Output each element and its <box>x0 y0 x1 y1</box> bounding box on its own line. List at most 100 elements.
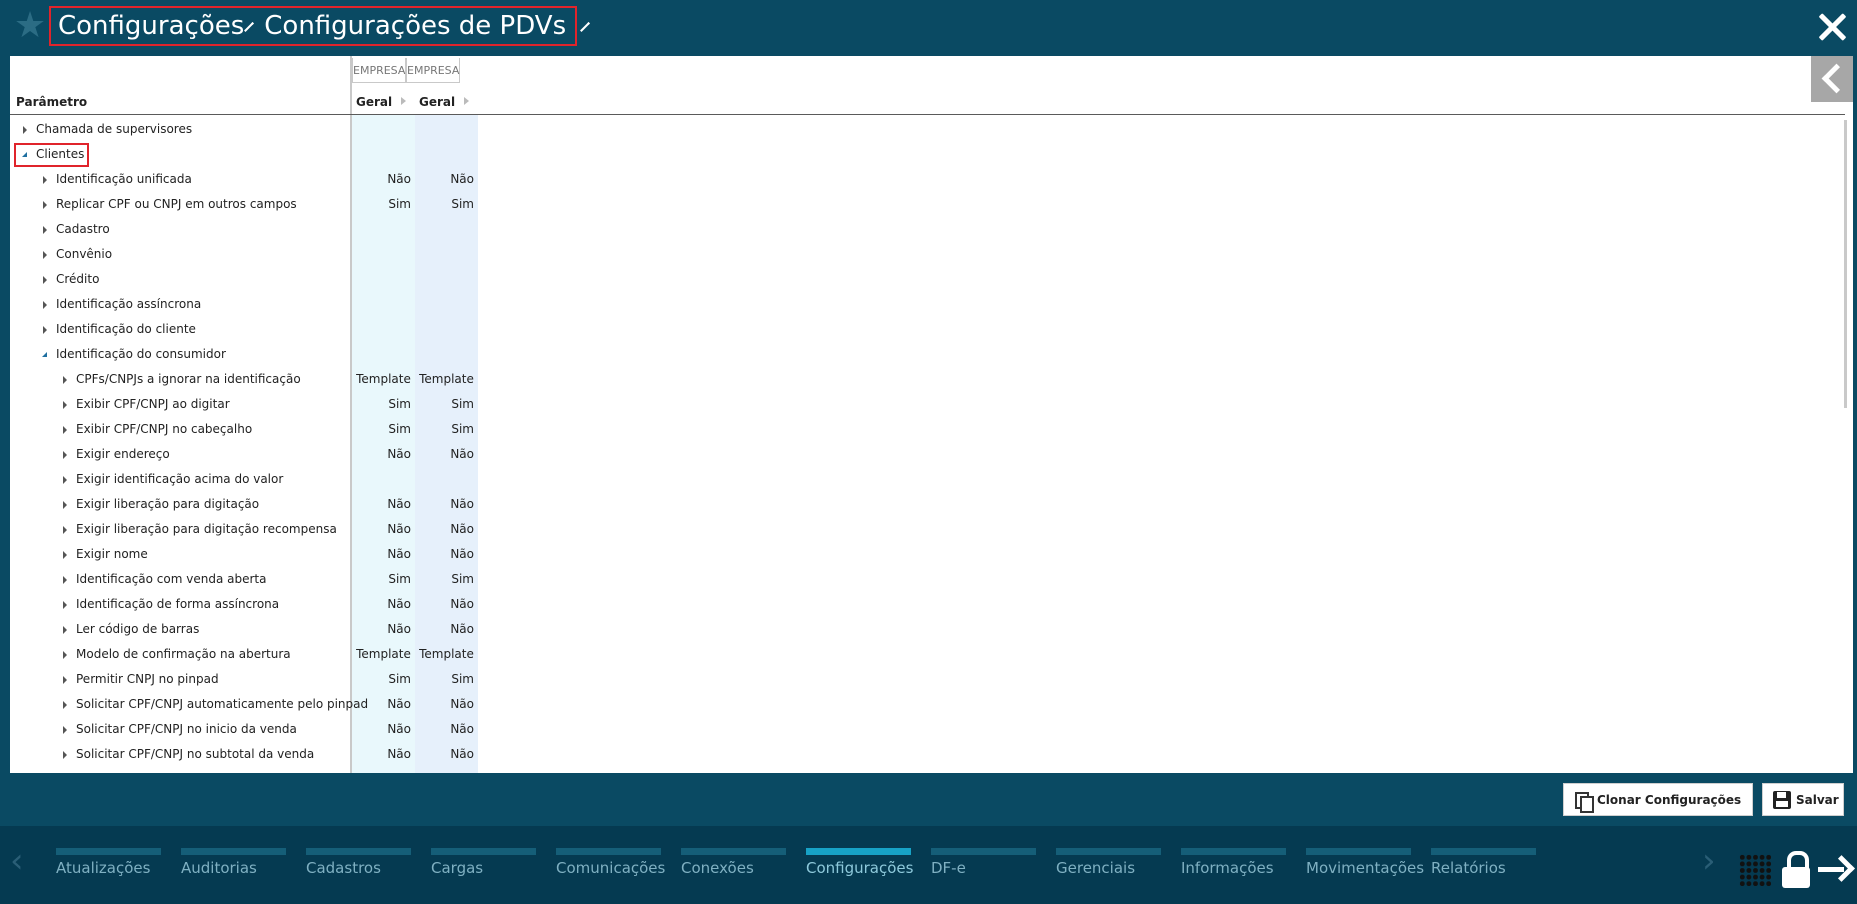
row-value-2[interactable]: Template <box>415 642 478 667</box>
tree-row[interactable]: Replicar CPF ou CNPJ em outros campos Sim… <box>10 192 1845 217</box>
tree-row[interactable]: Exigir nome Não Não <box>10 542 1845 567</box>
row-value-2[interactable]: Não <box>415 517 478 542</box>
expand-triangle-icon[interactable] <box>60 567 70 592</box>
expand-column-icon[interactable] <box>464 97 470 105</box>
nav-item[interactable]: Configurações <box>806 848 913 888</box>
apps-grid-icon[interactable] <box>1739 854 1772 887</box>
nav-item[interactable]: Cadastros <box>306 848 411 888</box>
row-value-2[interactable]: Não <box>415 617 478 642</box>
expand-triangle-icon[interactable] <box>60 467 70 492</box>
expand-triangle-icon[interactable] <box>40 217 50 242</box>
tree-row[interactable]: Crédito <box>10 267 1845 292</box>
expand-triangle-icon[interactable] <box>60 617 70 642</box>
row-value-2[interactable]: Não <box>415 742 478 767</box>
expand-triangle-icon[interactable] <box>60 492 70 517</box>
row-value-2[interactable]: Não <box>415 717 478 742</box>
nav-item[interactable]: Comunicações <box>556 848 665 888</box>
clone-config-button[interactable]: Clonar Configurações <box>1563 783 1753 816</box>
expand-triangle-icon[interactable] <box>60 392 70 417</box>
nav-item[interactable]: Relatórios <box>1431 848 1536 888</box>
expand-column-icon[interactable] <box>401 97 407 105</box>
expand-triangle-icon[interactable] <box>60 367 70 392</box>
row-value-2[interactable]: Não <box>415 592 478 617</box>
row-value-2[interactable]: Não <box>415 167 478 192</box>
row-value-1[interactable]: Sim <box>352 417 415 442</box>
expand-triangle-icon[interactable] <box>60 742 70 767</box>
tree-row[interactable]: Modelo de confirmação na abertura Templat… <box>10 642 1845 667</box>
lock-icon[interactable] <box>1782 851 1810 889</box>
nav-item[interactable]: Conexões <box>681 848 786 888</box>
expand-triangle-icon[interactable] <box>60 717 70 742</box>
expand-triangle-icon[interactable] <box>40 167 50 192</box>
row-value-1[interactable]: Não <box>352 442 415 467</box>
tree-row[interactable]: Cadastro <box>10 217 1845 242</box>
expand-triangle-icon[interactable] <box>60 642 70 667</box>
tree-row[interactable]: Exigir endereço Não Não <box>10 442 1845 467</box>
save-button[interactable]: Salvar <box>1762 783 1844 816</box>
nav-item[interactable]: Movimentações <box>1306 848 1424 888</box>
collapse-panel-icon[interactable] <box>1811 56 1853 102</box>
row-value-2[interactable]: Template <box>415 367 478 392</box>
row-value-1[interactable]: Sim <box>352 192 415 217</box>
row-value-1[interactable]: Não <box>352 742 415 767</box>
row-value-2[interactable]: Sim <box>415 567 478 592</box>
breadcrumb-item-configuracoes[interactable]: Configurações <box>58 11 244 41</box>
column-header-1[interactable]: Geral <box>356 91 407 113</box>
row-value-2[interactable]: Não <box>415 442 478 467</box>
nav-item[interactable]: Cargas <box>431 848 536 888</box>
row-value-2[interactable]: Sim <box>415 667 478 692</box>
row-value-1[interactable]: Não <box>352 617 415 642</box>
expand-triangle-icon[interactable] <box>40 192 50 217</box>
close-icon[interactable] <box>1815 10 1849 44</box>
row-value-2[interactable]: Não <box>415 542 478 567</box>
expand-triangle-icon[interactable] <box>40 242 50 267</box>
tree-row[interactable]: Solicitar CPF/CNPJ automaticamente pelo … <box>10 692 1845 717</box>
tree-row[interactable]: Identificação unificada Não Não <box>10 167 1845 192</box>
tree-row[interactable]: Exibir CPF/CNPJ no cabeçalho Sim Sim <box>10 417 1845 442</box>
nav-item[interactable]: DF-e <box>931 848 1036 888</box>
expand-triangle-icon[interactable] <box>60 542 70 567</box>
tree-row[interactable]: Exigir liberação para digitação recompen… <box>10 517 1845 542</box>
tree-row[interactable]: Solicitar CPF/CNPJ no subtotal da venda N… <box>10 742 1845 767</box>
row-value-1[interactable]: Não <box>352 167 415 192</box>
expand-triangle-icon[interactable] <box>20 117 30 142</box>
row-value-1[interactable]: Sim <box>352 667 415 692</box>
row-value-1[interactable]: Template <box>352 642 415 667</box>
row-value-1[interactable]: Não <box>352 692 415 717</box>
row-value-1[interactable]: Template <box>352 367 415 392</box>
chevron-right-icon[interactable] <box>580 22 591 32</box>
row-value-1[interactable]: Sim <box>352 392 415 417</box>
row-value-1[interactable]: Não <box>352 717 415 742</box>
expand-triangle-icon[interactable] <box>60 417 70 442</box>
tree-row[interactable]: Exigir identificação acima do valor <box>10 467 1845 492</box>
expand-triangle-icon[interactable] <box>60 442 70 467</box>
tree-row[interactable]: Chamada de supervisores <box>10 117 1845 142</box>
tree-row[interactable]: Exigir liberação para digitação Não Não <box>10 492 1845 517</box>
tree-row[interactable]: Identificação com venda aberta Sim Sim <box>10 567 1845 592</box>
expand-triangle-icon[interactable] <box>40 267 50 292</box>
nav-item[interactable]: Atualizações <box>56 848 161 888</box>
row-value-2[interactable]: Sim <box>415 392 478 417</box>
param-column-header[interactable]: Parâmetro <box>16 91 87 113</box>
row-value-2[interactable]: Não <box>415 492 478 517</box>
expand-triangle-icon[interactable] <box>60 692 70 717</box>
tree-row[interactable]: Identificação de forma assíncrona Não Não <box>10 592 1845 617</box>
tree-row[interactable]: Identificação do consumidor <box>10 342 1845 367</box>
tree-row[interactable]: Solicitar CPF/CNPJ no inicio da venda Não… <box>10 717 1845 742</box>
breadcrumb-item-configuracoes-pdvs[interactable]: Configurações de PDVs <box>264 11 566 41</box>
expand-triangle-icon[interactable] <box>40 292 50 317</box>
expand-triangle-icon[interactable] <box>60 592 70 617</box>
expand-triangle-icon[interactable] <box>60 517 70 542</box>
vertical-scrollbar[interactable] <box>1844 120 1847 408</box>
tree-row[interactable]: Convênio <box>10 242 1845 267</box>
row-value-1[interactable]: Não <box>352 517 415 542</box>
tree-row[interactable]: Permitir CNPJ no pinpad Sim Sim <box>10 667 1845 692</box>
tree-row[interactable]: Clientes <box>10 142 1845 167</box>
row-value-1[interactable]: Não <box>352 492 415 517</box>
row-value-2[interactable]: Não <box>415 692 478 717</box>
nav-scroll-right-icon[interactable]: › <box>1702 844 1716 878</box>
nav-scroll-left-icon[interactable]: ‹ <box>10 844 24 878</box>
row-value-2[interactable]: Sim <box>415 192 478 217</box>
column-header-2[interactable]: Geral <box>419 91 470 113</box>
nav-item[interactable]: Auditorias <box>181 848 286 888</box>
